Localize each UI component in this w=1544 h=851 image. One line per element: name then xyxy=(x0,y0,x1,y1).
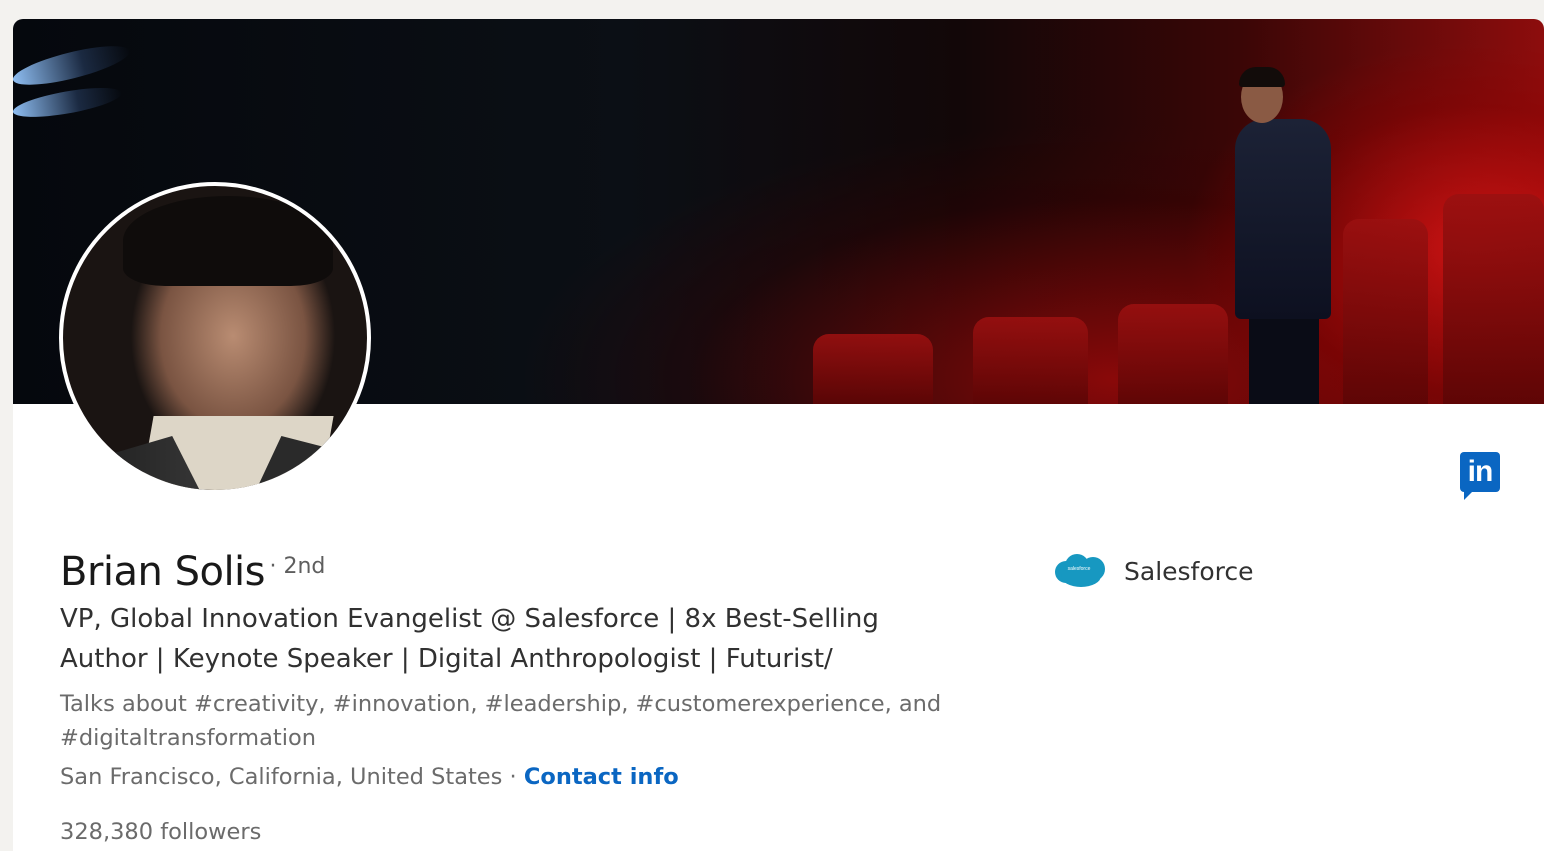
salesforce-cloud-logo: salesforce xyxy=(1051,551,1107,591)
name-row: Brian Solis · 2nd xyxy=(60,549,325,595)
profile-photo[interactable] xyxy=(59,182,371,494)
contact-info-link[interactable]: Contact info xyxy=(524,764,679,790)
location-row: San Francisco, California, United States… xyxy=(60,764,679,790)
theater-seat xyxy=(813,334,933,404)
stage-light-beam xyxy=(13,82,124,123)
theater-seat xyxy=(1443,194,1544,404)
connection-degree: · 2nd xyxy=(269,554,326,579)
company-name: Salesforce xyxy=(1124,556,1254,586)
location: San Francisco, California, United States xyxy=(60,764,503,790)
theater-seat xyxy=(1118,304,1228,404)
speaker-figure xyxy=(1239,67,1285,87)
followers-count: 328,380 followers xyxy=(60,819,262,845)
theater-seat xyxy=(1343,219,1428,404)
profile-card: in Brian Solis · 2nd VP, Global Innovati… xyxy=(13,19,1544,851)
location-separator: · xyxy=(502,764,524,790)
theater-seat xyxy=(973,317,1088,404)
speaker-figure xyxy=(1235,119,1331,319)
current-company[interactable]: salesforce Salesforce xyxy=(1051,549,1254,593)
linkedin-icon[interactable]: in xyxy=(1460,452,1500,500)
profile-headline: VP, Global Innovation Evangelist @ Sales… xyxy=(60,604,879,674)
profile-name: Brian Solis xyxy=(60,549,266,595)
stage-light-beam xyxy=(13,38,133,93)
salesforce-logo-text: salesforce xyxy=(1067,566,1091,572)
talks-about: Talks about #creativity, #innovation, #l… xyxy=(60,691,942,751)
avatar-hair xyxy=(123,196,333,286)
